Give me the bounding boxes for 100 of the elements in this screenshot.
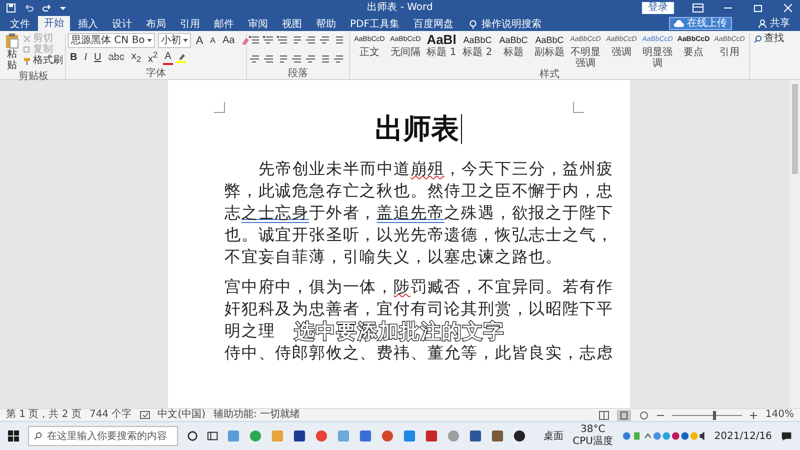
redo-icon[interactable] bbox=[42, 3, 52, 13]
zoom-in-icon[interactable] bbox=[750, 412, 758, 418]
tray-icons-drawing[interactable] bbox=[622, 431, 706, 441]
share-button[interactable]: 共享 bbox=[752, 16, 796, 31]
circle-icon[interactable] bbox=[187, 430, 198, 442]
font-tool-button[interactable]: B bbox=[68, 52, 80, 64]
style-gallery-item[interactable]: AaBbC 标题 2 bbox=[460, 33, 495, 58]
show-marks-icon[interactable] bbox=[333, 35, 344, 45]
ribbon-display-icon[interactable] bbox=[692, 3, 704, 13]
sort-icon[interactable] bbox=[319, 35, 330, 45]
tell-me-search[interactable]: 操作说明搜索 bbox=[469, 18, 542, 31]
task-view-icon[interactable] bbox=[207, 430, 218, 442]
person-icon bbox=[758, 19, 767, 28]
caret-icon bbox=[182, 38, 188, 42]
text-line: 也。诚宜开张圣听，以光先帝遗德，恢弘志士之气， bbox=[224, 224, 614, 246]
ribbon-tab[interactable]: PDF工具集 bbox=[344, 18, 406, 31]
windows-start-icon[interactable] bbox=[8, 430, 20, 442]
print-layout-icon[interactable] bbox=[617, 410, 632, 420]
paintbrush-icon bbox=[23, 56, 31, 64]
close-icon[interactable] bbox=[782, 3, 794, 13]
borders-icon[interactable] bbox=[333, 54, 344, 64]
app-record-icon[interactable] bbox=[512, 429, 526, 443]
proofing-icon[interactable] bbox=[140, 410, 150, 420]
numbered-list-icon[interactable] bbox=[263, 35, 274, 45]
justify-icon[interactable] bbox=[291, 54, 302, 64]
cpu-temperature-widget[interactable]: 38°C CPU温度 bbox=[572, 424, 614, 448]
bullet-list-icon[interactable] bbox=[249, 35, 260, 45]
ribbon-tab[interactable]: 邮件 bbox=[208, 18, 240, 31]
font-tool-button[interactable]: A bbox=[162, 50, 174, 64]
highlighter-icon[interactable] bbox=[176, 52, 186, 62]
text-line: 宫中府中，俱为一体，陟罚臧否，不宜异同。若有作 bbox=[224, 276, 614, 298]
font-name-dropdown[interactable]: 思源黑体 CN Bo bbox=[68, 33, 155, 48]
text-line: 奸犯科及为忠善者，宜付有司论其刑赏，以昭陛下平 bbox=[224, 298, 614, 320]
accessibility-status[interactable]: 辅助功能: 一切就绪 bbox=[214, 409, 300, 421]
cloud-icon bbox=[674, 19, 684, 28]
app-square-icon[interactable] bbox=[293, 429, 306, 443]
text-cursor bbox=[461, 114, 462, 144]
font-size-dropdown[interactable]: 小初 bbox=[158, 33, 191, 48]
ribbon-tab[interactable]: 文件 bbox=[4, 18, 36, 31]
text-line: 志之士忘身于外者，盖追先帝之殊遇，欲报之于陛下 bbox=[224, 202, 614, 224]
read-mode-icon[interactable] bbox=[599, 410, 610, 420]
page-count[interactable]: 第 1 页，共 2 页 bbox=[6, 409, 82, 421]
ribbon-tab[interactable]: 审阅 bbox=[242, 18, 274, 31]
paste-button[interactable]: 粘贴 bbox=[4, 33, 20, 71]
window-title: 出师表 - Word bbox=[367, 2, 433, 14]
align-center-icon[interactable] bbox=[263, 54, 274, 64]
shading-icon[interactable] bbox=[319, 54, 330, 64]
font-tool-button[interactable]: A bbox=[208, 34, 218, 46]
decrease-indent-icon[interactable] bbox=[291, 35, 302, 45]
ribbon-tab[interactable]: 插入 bbox=[72, 18, 104, 31]
document-title: 出师表 bbox=[375, 112, 459, 146]
ribbon-tab[interactable]: 视图 bbox=[276, 18, 308, 31]
clear-formatting-icon[interactable] bbox=[240, 36, 250, 46]
desktop-label[interactable]: 桌面 bbox=[544, 429, 564, 443]
font-tool-button[interactable]: x$^{2}$ bbox=[146, 48, 160, 66]
undo-icon[interactable] bbox=[24, 3, 34, 13]
group-label: 字体 bbox=[145, 68, 167, 79]
text-line: 明之理 bbox=[224, 320, 276, 342]
scrollbar[interactable] bbox=[790, 80, 800, 408]
upload-button[interactable]: 在线上传 bbox=[669, 17, 732, 30]
align-left-icon[interactable] bbox=[249, 54, 260, 64]
align-right-icon[interactable] bbox=[277, 54, 288, 64]
restore-icon[interactable] bbox=[752, 3, 764, 13]
scissors-icon bbox=[23, 34, 31, 42]
zoom-level[interactable]: 140% bbox=[765, 409, 794, 421]
text-line: 弊，此诚危急存亡之秋也。然侍卫之臣不懈于内，忠 bbox=[224, 180, 614, 202]
font-tool-button[interactable]: U bbox=[92, 52, 104, 64]
font-tool-button[interactable]: Aa bbox=[220, 34, 237, 46]
style-gallery-item[interactable]: AaBbC 副标题 bbox=[532, 33, 567, 58]
video-subtitle: 选中要添加批注的文字 bbox=[294, 320, 504, 342]
text-line: 先帝创业未半而中道崩殂，今天下三分，益州疲 bbox=[258, 158, 614, 180]
ribbon-tab[interactable]: 帮助 bbox=[310, 18, 342, 31]
find-button[interactable]: 查找 bbox=[752, 33, 786, 45]
style-gallery-item[interactable]: AaBbC 标题 bbox=[496, 33, 531, 58]
multilevel-list-icon[interactable] bbox=[277, 35, 288, 45]
style-gallery-item[interactable]: AaBl 标题 1 bbox=[424, 33, 459, 58]
group-label: 段落 bbox=[287, 68, 309, 79]
ribbon-tab[interactable]: 开始 bbox=[38, 16, 70, 31]
clock-date[interactable]: 2021/12/16 bbox=[714, 430, 772, 442]
group-label: 剪贴板 bbox=[18, 71, 50, 82]
caret-icon bbox=[146, 38, 152, 42]
login-button[interactable]: 登录 bbox=[642, 2, 674, 14]
ribbon-tab[interactable]: 设计 bbox=[106, 18, 138, 31]
ribbon-tab[interactable]: 百度网盘 bbox=[407, 18, 460, 31]
group-label: 样式 bbox=[538, 69, 560, 80]
language-indicator[interactable]: 中文(中国) bbox=[158, 409, 206, 421]
notification-icon[interactable] bbox=[780, 430, 792, 442]
ribbon-tab[interactable]: 引用 bbox=[174, 18, 206, 31]
ribbon-tab[interactable]: 布局 bbox=[140, 18, 172, 31]
save-icon[interactable] bbox=[6, 3, 16, 13]
app-square-icon[interactable] bbox=[424, 429, 438, 443]
font-tool-button[interactable]: I bbox=[82, 52, 90, 64]
format-painter-button[interactable]: 格式刷 bbox=[23, 55, 63, 66]
copy-icon bbox=[23, 46, 31, 54]
increase-indent-icon[interactable] bbox=[305, 35, 316, 45]
word-count[interactable]: 744 个字 bbox=[89, 409, 132, 421]
font-tool-button[interactable]: A bbox=[194, 34, 206, 46]
font-tool-button[interactable]: x$_{2}$ bbox=[129, 50, 144, 64]
web-layout-icon[interactable] bbox=[639, 410, 650, 420]
line-spacing-icon[interactable] bbox=[305, 54, 316, 64]
